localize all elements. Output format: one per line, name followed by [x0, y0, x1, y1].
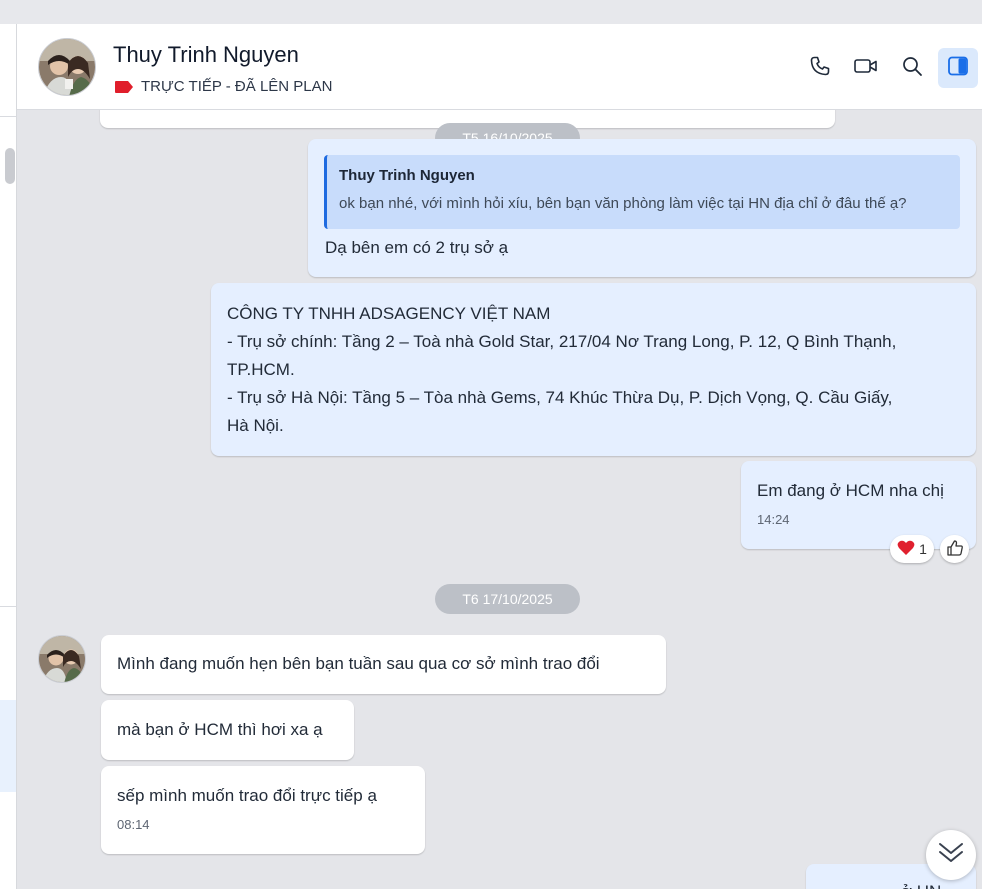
quoted-message[interactable]: Thuy Trinh Nguyen ok bạn nhé, với mình h… — [324, 155, 960, 229]
message-bubble[interactable]: mà bạn ở HCM thì hơi xa ạ — [101, 700, 354, 760]
address-hcm: - Trụ sở chính: Tầng 2 – Toà nhà Gold St… — [227, 332, 897, 351]
reply-message-bubble[interactable]: Thuy Trinh Nguyen ok bạn nhé, với mình h… — [308, 139, 976, 277]
header-toolbar — [800, 48, 978, 88]
heart-icon — [897, 540, 915, 559]
address-hanoi-cont: Hà Nội. — [227, 416, 284, 435]
chat-header: Thuy Trinh Nguyen TRỰC TIẾP - ĐÃ LÊN PLA… — [17, 24, 982, 110]
video-call-icon — [853, 54, 879, 83]
list-divider — [0, 606, 16, 607]
message-text: mà bạn ở HCM thì hơi xa ạ — [117, 720, 323, 739]
message-bubble[interactable]: Mình đang muốn hẹn bên bạn tuần sau qua … — [101, 635, 666, 694]
search-button[interactable] — [892, 48, 932, 88]
reaction-count: 1 — [919, 541, 927, 557]
address-hanoi: - Trụ sở Hà Nội: Tầng 5 – Tòa nhà Gems, … — [227, 388, 893, 407]
selected-conversation-edge[interactable] — [0, 700, 16, 792]
side-panel-icon — [946, 54, 970, 83]
contact-tag[interactable]: TRỰC TIẾP - ĐÃ LÊN PLAN — [115, 77, 332, 95]
contact-tag-label: TRỰC TIẾP - ĐÃ LÊN PLAN — [141, 77, 333, 95]
message-time: 14:24 — [757, 512, 790, 527]
date-separator: T6 17/10/2025 — [435, 584, 580, 614]
message-bubble[interactable]: Em đang ở HCM nha chị 14:24 — [741, 461, 976, 549]
sender-avatar[interactable] — [38, 635, 86, 683]
label-tag-icon — [115, 80, 133, 93]
quoted-sender: Thuy Trinh Nguyen — [339, 167, 475, 184]
reaction-badge[interactable]: 1 — [890, 535, 934, 563]
message-text: Mình đang muốn hẹn bên bạn tuần sau qua … — [117, 654, 600, 673]
quoted-text: ok bạn nhé, với mình hỏi xíu, bên bạn vă… — [339, 195, 907, 212]
scroll-to-bottom-button[interactable] — [926, 830, 976, 880]
toggle-side-panel-button[interactable] — [938, 48, 978, 88]
add-reaction-button[interactable] — [940, 535, 969, 563]
list-scrollbar[interactable] — [5, 148, 15, 184]
message-time: 08:14 — [117, 817, 150, 832]
window-top-strip — [0, 0, 982, 24]
contact-name[interactable]: Thuy Trinh Nguyen — [113, 42, 299, 68]
message-text: Dạ bên em có 2 trụ sở ạ — [325, 238, 509, 257]
message-text: sếp mình muốn trao đổi trực tiếp ạ — [117, 786, 377, 805]
message-list[interactable]: T5 16/10/2025 Thuy Trinh Nguyen ok bạn n… — [17, 110, 982, 889]
conversation-list-edge — [0, 24, 17, 889]
address-hcm-cont: TP.HCM. — [227, 360, 295, 379]
video-call-button[interactable] — [846, 48, 886, 88]
double-chevron-down-icon — [937, 840, 965, 871]
call-button[interactable] — [800, 48, 840, 88]
phone-icon — [808, 54, 832, 83]
message-text: Em đang ở HCM nha chị — [757, 481, 944, 500]
search-icon — [900, 54, 924, 83]
address-message-bubble[interactable]: CÔNG TY TNHH ADSAGENCY VIỆT NAM - Trụ sở… — [211, 283, 976, 456]
message-bubble[interactable]: sếp mình muốn trao đổi trực tiếp ạ 08:14 — [101, 766, 425, 854]
contact-avatar[interactable] — [38, 38, 96, 96]
thumbs-up-icon — [946, 539, 964, 560]
address-company: CÔNG TY TNHH ADSAGENCY VIỆT NAM — [227, 304, 551, 323]
list-divider — [0, 116, 16, 117]
